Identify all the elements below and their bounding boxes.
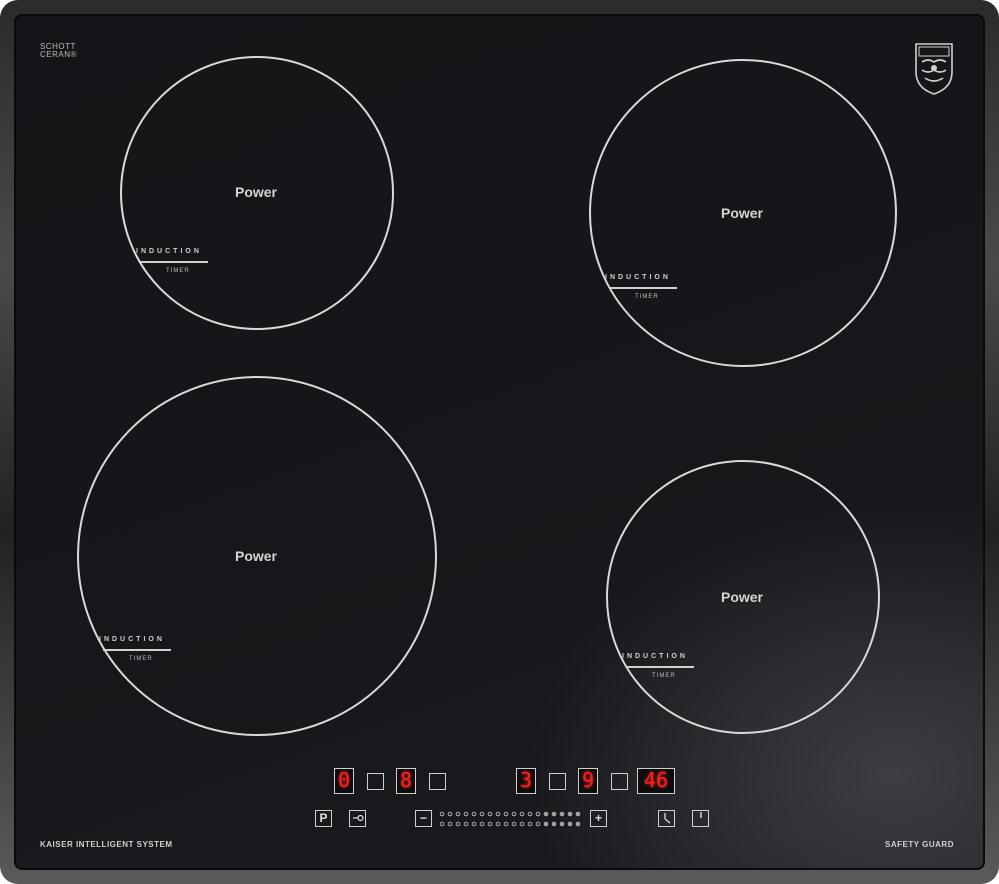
burner-front-right-induction-label: INDUCTION: [622, 653, 688, 660]
burner-rear-right-induction-label: INDUCTION: [605, 274, 671, 281]
burner-rear-left-power-label: Power: [234, 184, 277, 200]
child-lock-button[interactable]: [349, 810, 366, 827]
zone3-level-display: 3: [516, 768, 536, 794]
safety-guard-label: SAFETY GUARD: [885, 840, 954, 849]
burner-rear-right-power-label: Power: [720, 205, 763, 221]
burner-front-left-divider: [103, 649, 171, 651]
burner-rear-right-timer-label: TIMER: [635, 294, 659, 300]
burner-front-right-power-label: Power: [720, 589, 763, 605]
timer-display: 46: [637, 768, 675, 794]
zone4-select-button[interactable]: [611, 773, 628, 790]
kaiser-logo: [915, 43, 953, 95]
zone1-select-button[interactable]: [367, 773, 384, 790]
burner-rear-left-timer-label: TIMER: [166, 268, 190, 274]
power-button[interactable]: [692, 810, 709, 827]
zone1-level-display: 0: [334, 768, 354, 794]
burner-front-right-divider: [626, 666, 694, 668]
power-level-slider[interactable]: [438, 810, 588, 828]
clock-icon: [663, 813, 670, 824]
burner-front-left-induction-label: INDUCTION: [99, 636, 165, 643]
key-lock-icon: [352, 814, 364, 822]
power-icon: [699, 812, 702, 818]
plus-button[interactable]: +: [590, 810, 607, 827]
burner-front-right-timer-label: TIMER: [652, 673, 676, 679]
burner-front-left-timer-label: TIMER: [129, 656, 153, 662]
schott-line2: CERAN®: [40, 50, 77, 59]
burner-rear-left-induction-label: INDUCTION: [136, 248, 202, 255]
burner-rear-left-divider: [140, 261, 208, 263]
minus-button[interactable]: −: [415, 810, 432, 827]
zone2-select-button[interactable]: [429, 773, 446, 790]
zone3-select-button[interactable]: [549, 773, 566, 790]
zone4-level-display: 9: [578, 768, 598, 794]
zone2-level-display: 8: [396, 768, 416, 794]
kaiser-intelligent-system-label: KAISER INTELLIGENT SYSTEM: [40, 840, 173, 849]
pause-button[interactable]: P: [315, 810, 332, 827]
burner-front-left-power-label: Power: [234, 548, 277, 564]
schott-ceran-mark: SCHOTT CERAN®: [40, 43, 77, 59]
burner-rear-right-divider: [609, 287, 677, 289]
timer-button[interactable]: [658, 810, 675, 827]
